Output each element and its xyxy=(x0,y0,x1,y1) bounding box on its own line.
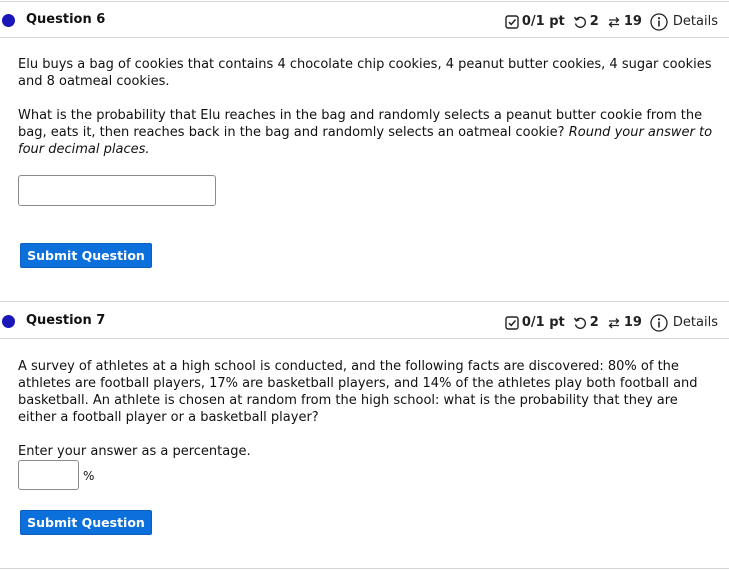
percent-unit: % xyxy=(83,469,95,483)
answer-input[interactable] xyxy=(18,175,216,206)
percentage-input[interactable] xyxy=(18,460,79,490)
checkbox-icon xyxy=(505,15,519,29)
question-7-body: A survey of athletes at a high school is… xyxy=(18,358,713,426)
question-7-header: Question 7 0/1 pt 2 19 Details xyxy=(0,310,729,334)
header-divider xyxy=(0,37,729,38)
info-icon[interactable] xyxy=(650,13,668,31)
checkbox-icon xyxy=(505,316,519,330)
points-text: 0/1 pt xyxy=(521,315,565,330)
submissions-count: 19 xyxy=(623,315,642,330)
submissions-icon xyxy=(607,316,621,330)
points-text: 0/1 pt xyxy=(521,14,565,29)
retries-count: 2 xyxy=(589,14,599,29)
question-title: Question 7 xyxy=(26,313,106,328)
submissions-count: 19 xyxy=(623,14,642,29)
status-dot-icon xyxy=(2,315,15,328)
header-divider xyxy=(0,338,729,339)
details-link[interactable]: Details xyxy=(673,14,718,30)
question-meta: 0/1 pt 2 19 Details xyxy=(505,314,718,332)
question-text: A survey of athletes at a high school is… xyxy=(18,359,698,425)
question-text: Elu buys a bag of cookies that contains … xyxy=(18,57,712,89)
details-link[interactable]: Details xyxy=(673,315,718,331)
status-dot-icon xyxy=(2,14,15,27)
retry-icon xyxy=(573,15,587,29)
submit-question-button[interactable]: Submit Question xyxy=(20,243,152,268)
question-meta: 0/1 pt 2 19 Details xyxy=(505,13,718,31)
top-divider xyxy=(0,1,729,2)
question-6-body: Elu buys a bag of cookies that contains … xyxy=(18,56,713,158)
submit-question-button[interactable]: Submit Question xyxy=(20,510,152,535)
bottom-divider xyxy=(0,568,729,569)
question-6-header: Question 6 0/1 pt 2 19 Details xyxy=(0,9,729,33)
info-icon[interactable] xyxy=(650,314,668,332)
section-divider xyxy=(0,301,729,302)
retry-icon xyxy=(573,316,587,330)
question-prompt: What is the probability that Elu reaches… xyxy=(18,107,713,158)
submissions-icon xyxy=(607,15,621,29)
answer-instruction: Enter your answer as a percentage. xyxy=(18,444,251,459)
question-title: Question 6 xyxy=(26,12,106,27)
retries-count: 2 xyxy=(589,315,599,330)
